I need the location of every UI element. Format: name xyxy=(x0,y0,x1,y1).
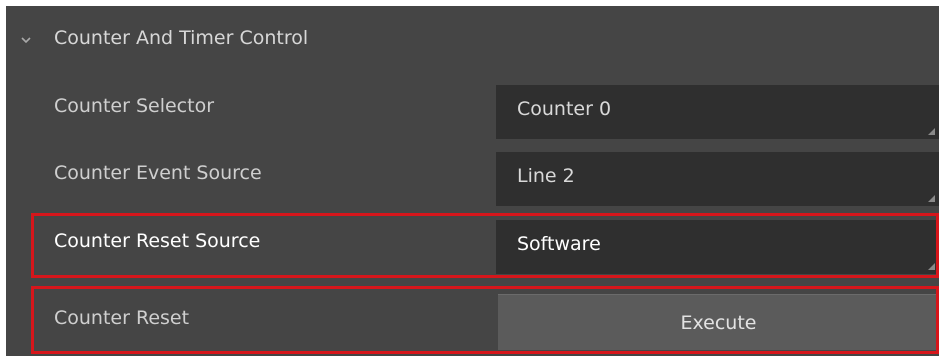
counter-selector-dropdown[interactable]: Counter 0 xyxy=(496,85,939,139)
dropdown-corner-icon xyxy=(928,128,935,135)
dropdown-value: Counter 0 xyxy=(517,98,612,120)
dropdown-value: Software xyxy=(517,233,601,255)
counter-reset-source-dropdown[interactable]: Software xyxy=(496,220,939,274)
dropdown-corner-icon xyxy=(928,195,935,202)
dropdown-corner-icon xyxy=(928,263,935,270)
property-label: Counter Event Source xyxy=(54,162,262,184)
property-label: Counter Reset xyxy=(54,307,190,329)
section-header-counter-and-timer-control[interactable]: Counter And Timer Control xyxy=(6,6,939,74)
property-row-counter-reset-source: Counter Reset Source Software xyxy=(6,214,939,276)
chevron-down-icon[interactable] xyxy=(21,37,31,43)
property-row-counter-reset: Counter Reset Execute xyxy=(6,292,939,354)
property-label: Counter Selector xyxy=(54,95,215,117)
counter-event-source-dropdown[interactable]: Line 2 xyxy=(496,152,939,206)
execute-button[interactable]: Execute xyxy=(498,294,939,350)
properties-panel: Counter And Timer Control Counter Select… xyxy=(6,6,939,356)
property-label: Counter Reset Source xyxy=(54,230,261,252)
property-row-counter-event-source: Counter Event Source Line 2 xyxy=(6,146,939,208)
section-title: Counter And Timer Control xyxy=(54,27,309,49)
dropdown-value: Line 2 xyxy=(517,165,575,187)
property-row-counter-selector: Counter Selector Counter 0 xyxy=(6,79,939,141)
